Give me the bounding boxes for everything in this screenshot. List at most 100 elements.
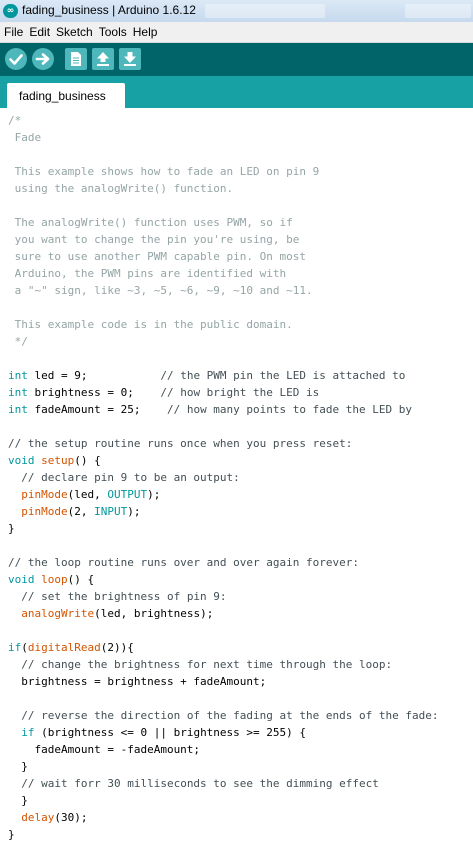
code-line[interactable]: using the analogWrite() function. [8,180,438,197]
block-comment: */ [8,335,28,348]
code-line[interactable]: you want to change the pin you're using,… [8,231,438,248]
verify-button[interactable] [5,48,27,70]
keyword: int [8,386,28,399]
code-line[interactable]: if(digitalRead(2)){ [8,639,438,656]
verify-icon [9,54,23,65]
code-line[interactable]: This example code is in the public domai… [8,316,438,333]
keyword: if [21,726,35,739]
code-line[interactable]: } [8,826,438,843]
menu-help[interactable]: Help [130,22,161,42]
code-token: (led, [67,488,108,501]
code-line[interactable]: */ [8,333,438,350]
menu-file[interactable]: File [0,22,26,42]
code-token: (led, brightness); [94,607,214,620]
code-line[interactable]: pinMode(2, INPUT); [8,503,438,520]
line-comment: // the loop routine runs over and over a… [8,556,359,569]
code-line[interactable] [8,690,438,707]
upload-button[interactable] [32,48,54,70]
code-line[interactable] [8,350,438,367]
menu-tools[interactable]: Tools [96,22,130,42]
toolbar [0,43,473,76]
code-line[interactable] [8,622,438,639]
function-name: digitalRead [27,641,101,654]
block-comment: /* [8,114,22,127]
block-comment: This example shows how to fade an LED on… [8,165,320,178]
save-button[interactable] [119,48,141,70]
menu-sketch[interactable]: Sketch [53,22,96,42]
line-comment: // change the brightness for next time t… [21,658,393,671]
keyword: int [8,369,28,382]
code-line[interactable]: delay(30); [8,809,438,826]
window-title: fading_business | Arduino 1.6.12 [22,3,196,17]
code-line[interactable]: sure to use another PWM capable pin. On … [8,248,438,265]
code-editor[interactable]: /* Fade This example shows how to fade a… [0,108,473,848]
code-line[interactable]: // change the brightness for next time t… [8,656,438,673]
code-token: } [8,794,28,807]
code-line[interactable]: analogWrite(led, brightness); [8,605,438,622]
code-line[interactable]: // the loop routine runs over and over a… [8,554,438,571]
save-icon [124,52,136,66]
code-line[interactable] [8,537,438,554]
code-line[interactable]: a "~" sign, like ~3, ~5, ~6, ~9, ~10 and… [8,282,438,299]
code-line[interactable]: int led = 9; // the PWM pin the LED is a… [8,367,438,384]
code-line[interactable]: The analogWrite() function uses PWM, so … [8,214,438,231]
open-icon [97,52,109,66]
tab-fading-business[interactable]: fading_business [7,83,125,108]
code-line[interactable]: // the setup routine runs once when you … [8,435,438,452]
code-line[interactable]: } [8,792,438,809]
code-line[interactable]: // set the brightness of pin 9: [8,588,438,605]
code-token: ); [147,488,161,501]
code-line[interactable]: Fade [8,129,438,146]
block-comment: Fade [8,131,42,144]
block-comment: The analogWrite() function uses PWM, so … [8,216,293,229]
code-line[interactable] [8,299,438,316]
code-token: } [8,522,15,535]
code-line[interactable]: /* [8,112,438,129]
function-name: setup [41,454,75,467]
line-comment: // wait forr 30 milliseconds to see the … [21,777,379,790]
code-line[interactable] [8,197,438,214]
code-token: (2)){ [100,641,134,654]
code-line[interactable]: void setup() { [8,452,438,469]
code-text[interactable]: /* Fade This example shows how to fade a… [8,112,438,843]
keyword: int [8,403,28,416]
code-token: fadeAmount = -fadeAmount; [8,743,201,756]
line-comment: // how bright the LED is [160,386,320,399]
code-token: ); [127,505,141,518]
code-line[interactable]: int brightness = 0; // how bright the LE… [8,384,438,401]
code-line[interactable]: // reverse the direction of the fading a… [8,707,438,724]
code-token: (2, [67,505,95,518]
code-line[interactable] [8,146,438,163]
code-line[interactable]: if (brightness <= 0 || brightness >= 255… [8,724,438,741]
function-name: loop [41,573,68,586]
menu-edit[interactable]: Edit [26,22,53,42]
code-token: (30); [54,811,88,824]
code-line[interactable]: int fadeAmount = 25; // how many points … [8,401,438,418]
code-line[interactable]: fadeAmount = -fadeAmount; [8,741,438,758]
open-button[interactable] [92,48,114,70]
code-line[interactable]: } [8,758,438,775]
new-sketch-button[interactable] [65,48,87,70]
code-line[interactable] [8,418,438,435]
code-line[interactable]: void loop() { [8,571,438,588]
keyword: if [8,641,22,654]
code-line[interactable]: Arduino, the PWM pins are identified wit… [8,265,438,282]
code-line[interactable]: pinMode(led, OUTPUT); [8,486,438,503]
background-tab-ghost [405,4,471,18]
function-name: pinMode [21,488,68,501]
tab-bar: fading_business [0,76,473,108]
code-line[interactable]: // wait forr 30 milliseconds to see the … [8,775,438,792]
menu-bar: File Edit Sketch Tools Help [0,22,473,43]
code-line[interactable]: brightness = brightness + fadeAmount; [8,673,438,690]
code-line[interactable]: } [8,520,438,537]
line-comment: // set the brightness of pin 9: [21,590,227,603]
code-token: } [8,760,28,773]
code-token: brightness = 0; [27,386,161,399]
code-line[interactable]: This example shows how to fade an LED on… [8,163,438,180]
code-line[interactable]: // declare pin 9 to be an output: [8,469,438,486]
keyword: OUTPUT [107,488,148,501]
